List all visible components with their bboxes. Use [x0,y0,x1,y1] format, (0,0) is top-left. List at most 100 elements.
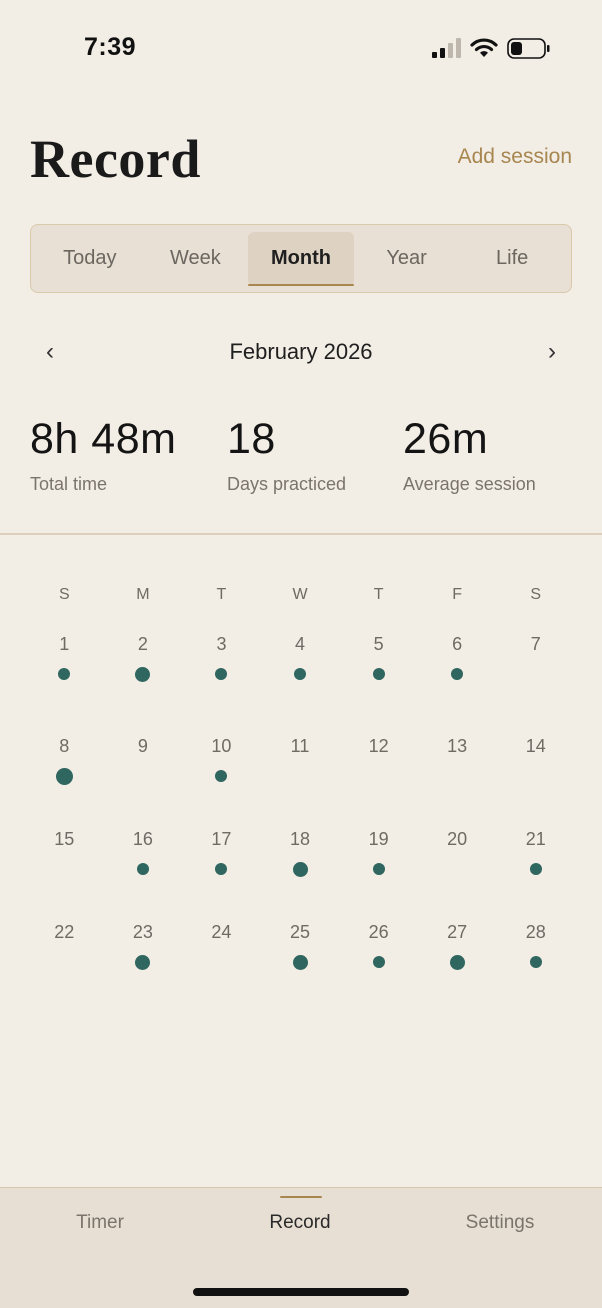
stat-value: 26m [403,415,489,463]
practice-dot [136,863,149,875]
stat-total-time: 8h 48m Total time [30,415,176,495]
practice-dot [215,770,228,782]
practice-dot [372,668,385,680]
day-number: 17 [211,829,232,849]
calendar-day[interactable]: 21 [496,796,575,889]
stat-value: 18 [227,415,276,463]
calendar-day[interactable]: 5 [339,610,418,703]
calendar-day[interactable]: 6 [418,610,497,703]
weekday-label: T [216,586,227,603]
practice-dot [58,668,71,680]
day-number: 7 [530,634,541,654]
practice-dot [215,668,228,680]
day-number: 21 [525,829,546,849]
day-number: 28 [525,922,546,942]
practice-dot [451,668,464,680]
calendar-day[interactable]: 7 [496,610,575,703]
status-time: 7:39 [84,33,137,61]
month-navigation: ‹ February 2026 › [30,330,572,376]
calendar-day[interactable]: 18 [261,796,340,889]
day-number: 18 [290,829,311,849]
calendar-day[interactable]: 22 [25,889,104,982]
calendar-day[interactable]: 20 [418,796,497,889]
tab-record[interactable]: Record [200,1188,400,1258]
calendar-day[interactable]: 17 [182,796,261,889]
day-number: 27 [447,922,468,942]
segment-year[interactable]: Year [354,232,460,286]
divider [0,533,602,535]
practice-dot [292,861,308,877]
calendar-day[interactable]: 27 [418,889,497,982]
weekday-header: SMTWTFS [25,580,575,610]
weekday-label: M [136,586,150,603]
day-number: 4 [295,634,306,654]
segment-life[interactable]: Life [459,232,565,286]
day-number: 26 [368,922,389,942]
battery-icon [507,38,550,59]
calendar-day[interactable]: 23 [104,889,183,982]
day-number: 16 [132,829,153,849]
calendar-day[interactable]: 19 [339,796,418,889]
calendar-day[interactable]: 12 [339,703,418,796]
segment-week[interactable]: Week [143,232,249,286]
day-number: 19 [368,829,389,849]
calendar-day[interactable]: 11 [261,703,340,796]
day-number: 8 [59,736,70,756]
next-month-button[interactable]: › [534,334,570,370]
weekday-label: F [452,586,463,603]
calendar-day[interactable]: 24 [182,889,261,982]
day-number: 10 [211,736,232,756]
home-indicator [193,1288,409,1296]
calendar-day[interactable]: 16 [104,796,183,889]
day-number: 22 [54,922,75,942]
day-number: 1 [59,634,70,654]
segment-month[interactable]: Month [248,231,354,286]
stat-label: Total time [30,474,108,494]
calendar-day[interactable]: 8 [25,703,104,796]
calendar-day[interactable]: 4 [261,610,340,703]
day-number: 9 [137,736,148,756]
weekday-label: W [292,586,308,603]
practice-dot [292,954,308,970]
calendar-day[interactable]: 13 [418,703,497,796]
day-number: 15 [54,829,75,849]
calendar-day[interactable]: 3 [182,610,261,703]
day-number: 6 [452,634,463,654]
calendar-day[interactable]: 1 [25,610,104,703]
day-number: 24 [211,922,232,942]
practice-dot [135,666,151,682]
day-number: 23 [132,922,153,942]
segment-today[interactable]: Today [37,232,143,286]
calendar-day[interactable]: 25 [261,889,340,982]
month-calendar: SMTWTFS 1 2 3 4 5 6 7 8 9 10 11 12 13 14 15 16 17 18 19 20 2… [25,580,575,982]
stat-label: Days practiced [227,474,347,494]
calendar-day[interactable]: 14 [496,703,575,796]
day-number: 5 [373,634,384,654]
tab-settings[interactable]: Settings [400,1188,600,1258]
stat-days-practiced: 18 Days practiced [227,415,346,495]
practice-dot [55,767,73,785]
tab-timer[interactable]: Timer [0,1188,200,1258]
calendar-week: 1 2 3 4 5 6 7 [25,610,575,703]
calendar-day[interactable]: 2 [104,610,183,703]
calendar-day[interactable]: 10 [182,703,261,796]
wifi-icon [470,38,498,57]
calendar-day[interactable]: 26 [339,889,418,982]
day-number: 2 [137,634,148,654]
day-number: 12 [368,736,389,756]
stat-label: Average session [403,474,536,494]
add-session-button[interactable]: Add session [458,145,572,169]
calendar-day[interactable]: 9 [104,703,183,796]
practice-dot [215,863,228,875]
stats-summary: 8h 48m Total time 18 Days practiced 26m … [0,415,602,505]
day-number: 11 [290,736,310,756]
calendar-day[interactable]: 28 [496,889,575,982]
practice-dot [529,956,542,968]
calendar-day[interactable]: 15 [25,796,104,889]
chevron-right-icon: › [548,338,556,365]
weekday-label: S [58,586,70,603]
calendar-week: 15 16 17 18 19 20 21 [25,796,575,889]
day-number: 13 [447,736,468,756]
practice-dot [372,956,385,968]
status-bar: 7:39 [0,0,602,96]
